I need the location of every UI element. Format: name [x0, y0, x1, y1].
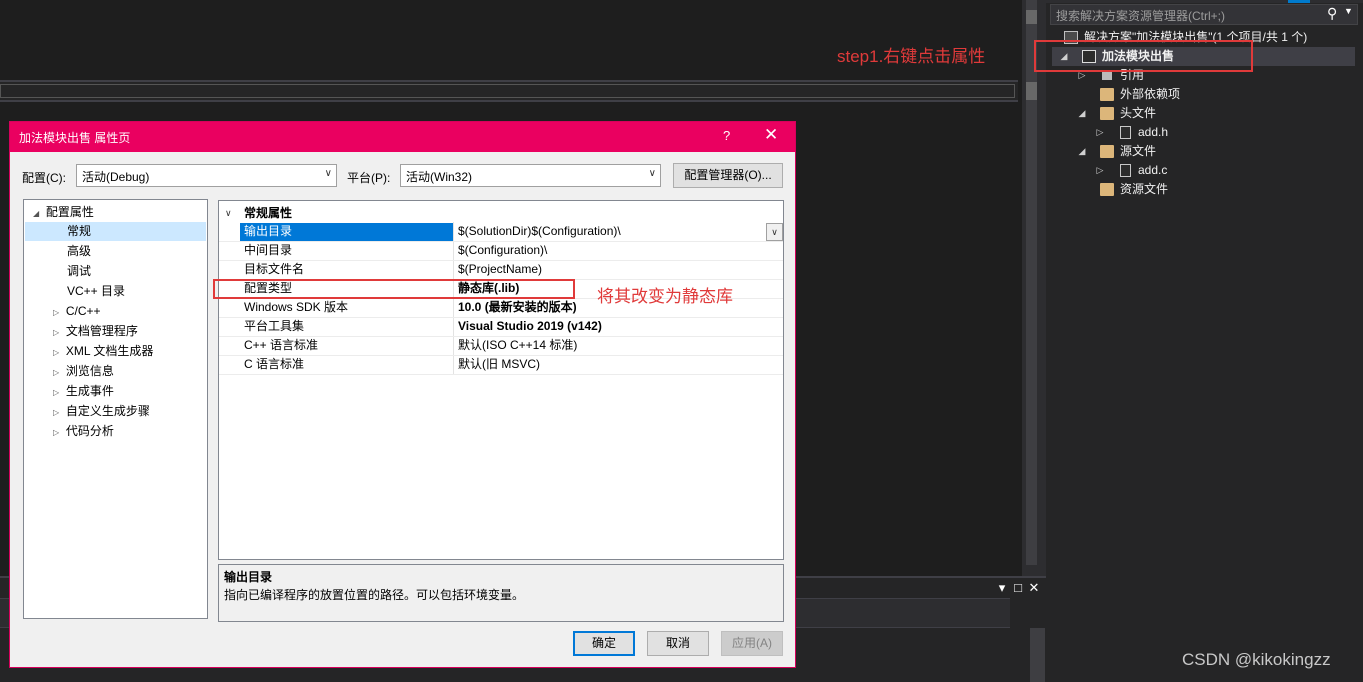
- grid-line: [219, 374, 783, 375]
- annotation-box-config-type: [213, 279, 575, 299]
- description-title: 输出目录: [224, 570, 273, 584]
- tree-label: 自定义生成步骤: [65, 404, 150, 418]
- description-text: 指向已编译程序的放置位置的路径。可以包括环境变量。: [224, 588, 525, 602]
- collapse-arrow-icon: ▷: [53, 428, 60, 437]
- collapse-arrow-icon: ▷: [53, 388, 60, 397]
- folder-icon: [1100, 145, 1114, 158]
- tree-config-properties[interactable]: ◢ 配置属性: [33, 202, 94, 222]
- tree-custom-build[interactable]: ▷ 自定义生成步骤: [53, 401, 150, 421]
- scrollbar-marker: [1026, 82, 1037, 100]
- editor-bar-field: [0, 84, 1015, 98]
- prop-sdk-version-name[interactable]: Windows SDK 版本: [244, 298, 348, 317]
- config-manager-button[interactable]: 配置管理器(O)...: [673, 163, 783, 188]
- config-select[interactable]: 活动(Debug) ∨: [76, 164, 337, 187]
- prop-intermediate-dir-name[interactable]: 中间目录: [244, 241, 292, 260]
- prop-target-name-value[interactable]: $(ProjectName): [458, 260, 542, 279]
- chevron-down-icon: ∨: [324, 168, 332, 179]
- tree-label: 文档管理程序: [65, 324, 138, 338]
- file-icon: [1120, 126, 1131, 139]
- tree-label: 配置属性: [45, 205, 94, 219]
- tree-librarian[interactable]: ▷ 文档管理程序: [53, 321, 138, 341]
- chevron-down-icon[interactable]: ▼: [1344, 6, 1353, 16]
- tree-label: XML 文档生成器: [65, 344, 154, 358]
- panel-maximize-icon[interactable]: □: [1010, 580, 1026, 595]
- tree-advanced[interactable]: 高级: [67, 241, 91, 261]
- chevron-down-icon: ∨: [648, 168, 656, 179]
- annotation-step1: step1.右键点击属性: [837, 47, 986, 66]
- prop-c-std-name[interactable]: C 语言标准: [244, 355, 304, 374]
- dialog-title: 加法模块出售 属性页: [19, 131, 131, 145]
- tree-xml-doc[interactable]: ▷ XML 文档生成器: [53, 341, 153, 361]
- tree-item-label: 外部依赖项: [1120, 87, 1181, 101]
- collapse-arrow-icon[interactable]: ▷: [1094, 123, 1106, 142]
- config-label: 配置(C):: [22, 171, 66, 185]
- tree-build-events[interactable]: ▷ 生成事件: [53, 381, 114, 401]
- panel-scrollbar[interactable]: [1030, 628, 1045, 682]
- apply-button[interactable]: 应用(A): [721, 631, 783, 656]
- collapse-arrow-icon: ▷: [53, 328, 60, 337]
- platform-label: 平台(P):: [347, 171, 391, 185]
- help-button[interactable]: ?: [723, 128, 730, 143]
- tree-label: 代码分析: [65, 424, 114, 438]
- folder-icon: [1100, 183, 1114, 196]
- solution-explorer-toolbar: [1046, 0, 1363, 3]
- watermark: CSDN @kikokingzz: [1182, 650, 1331, 669]
- prop-toolset-value[interactable]: Visual Studio 2019 (v142): [458, 317, 602, 336]
- grid-category-general: 常规属性: [244, 206, 293, 220]
- collapse-arrow-icon[interactable]: ▷: [1094, 161, 1106, 180]
- collapse-arrow-icon: ▷: [53, 368, 60, 377]
- expand-arrow-icon: ◢: [33, 209, 40, 218]
- annotation-change: 将其改变为静态库: [597, 287, 733, 306]
- tree-c-cpp[interactable]: ▷ C/C++: [53, 301, 101, 321]
- tree-general[interactable]: 常规: [67, 221, 91, 241]
- collapse-arrow-icon: ▷: [53, 408, 60, 417]
- folder-icon: [1100, 88, 1114, 101]
- expand-arrow-icon[interactable]: ◢: [1076, 104, 1088, 123]
- tree-label: 生成事件: [65, 384, 114, 398]
- cancel-button[interactable]: 取消: [647, 631, 709, 656]
- tree-item-label: 资源文件: [1120, 182, 1169, 196]
- prop-output-dir-value[interactable]: $(SolutionDir)$(Configuration)\: [458, 222, 621, 241]
- ok-button[interactable]: 确定: [573, 631, 635, 656]
- tree-label: 浏览信息: [65, 364, 114, 378]
- prop-cpp-std-name[interactable]: C++ 语言标准: [244, 336, 318, 355]
- search-icon[interactable]: ⚲: [1327, 5, 1337, 22]
- file-icon: [1120, 164, 1131, 177]
- prop-output-dir-name[interactable]: 输出目录: [244, 222, 292, 241]
- active-tab-indicator: [1288, 0, 1310, 3]
- platform-select[interactable]: 活动(Win32) ∨: [400, 164, 661, 187]
- prop-target-name-name[interactable]: 目标文件名: [244, 260, 304, 279]
- tree-item-label: 源文件: [1120, 144, 1157, 158]
- prop-c-std-value[interactable]: 默认(旧 MSVC): [458, 355, 540, 374]
- tree-item-label: 头文件: [1120, 106, 1157, 120]
- chevron-down-icon[interactable]: ∨: [766, 223, 783, 241]
- prop-cpp-std-value[interactable]: 默认(ISO C++14 标准): [458, 336, 577, 355]
- solution-search-input[interactable]: 搜索解决方案资源管理器(Ctrl+;): [1050, 4, 1358, 25]
- tree-vc-directories[interactable]: VC++ 目录: [67, 281, 125, 301]
- close-button[interactable]: ✕: [764, 125, 778, 145]
- expand-arrow-icon[interactable]: ◢: [1076, 142, 1088, 161]
- tree-item-label: add.c: [1138, 163, 1168, 177]
- panel-close-icon[interactable]: ✕: [1026, 580, 1042, 596]
- collapse-arrow-icon: ▷: [53, 308, 60, 317]
- scrollbar-marker: [1026, 10, 1037, 24]
- platform-select-value: 活动(Win32): [406, 170, 473, 184]
- collapse-arrow-icon: ▷: [53, 348, 60, 357]
- tree-code-analysis[interactable]: ▷ 代码分析: [53, 421, 114, 441]
- panel-dropdown-icon[interactable]: ▾: [994, 580, 1010, 596]
- prop-sdk-version-value[interactable]: 10.0 (最新安装的版本): [458, 298, 577, 317]
- prop-intermediate-dir-value[interactable]: $(Configuration)\: [458, 241, 547, 260]
- config-select-value: 活动(Debug): [82, 170, 150, 184]
- tree-debugging[interactable]: 调试: [67, 261, 91, 281]
- selected-tree-highlight: [25, 222, 206, 241]
- prop-toolset-name[interactable]: 平台工具集: [244, 317, 304, 336]
- folder-icon: [1100, 107, 1114, 120]
- tree-item-label: add.h: [1138, 125, 1169, 139]
- solution-explorer: [1046, 0, 1363, 682]
- tree-browse-info[interactable]: ▷ 浏览信息: [53, 361, 114, 381]
- expand-arrow-icon[interactable]: ∨: [225, 208, 232, 219]
- annotation-box-project: [1034, 40, 1253, 72]
- tree-label: C/C++: [65, 304, 101, 318]
